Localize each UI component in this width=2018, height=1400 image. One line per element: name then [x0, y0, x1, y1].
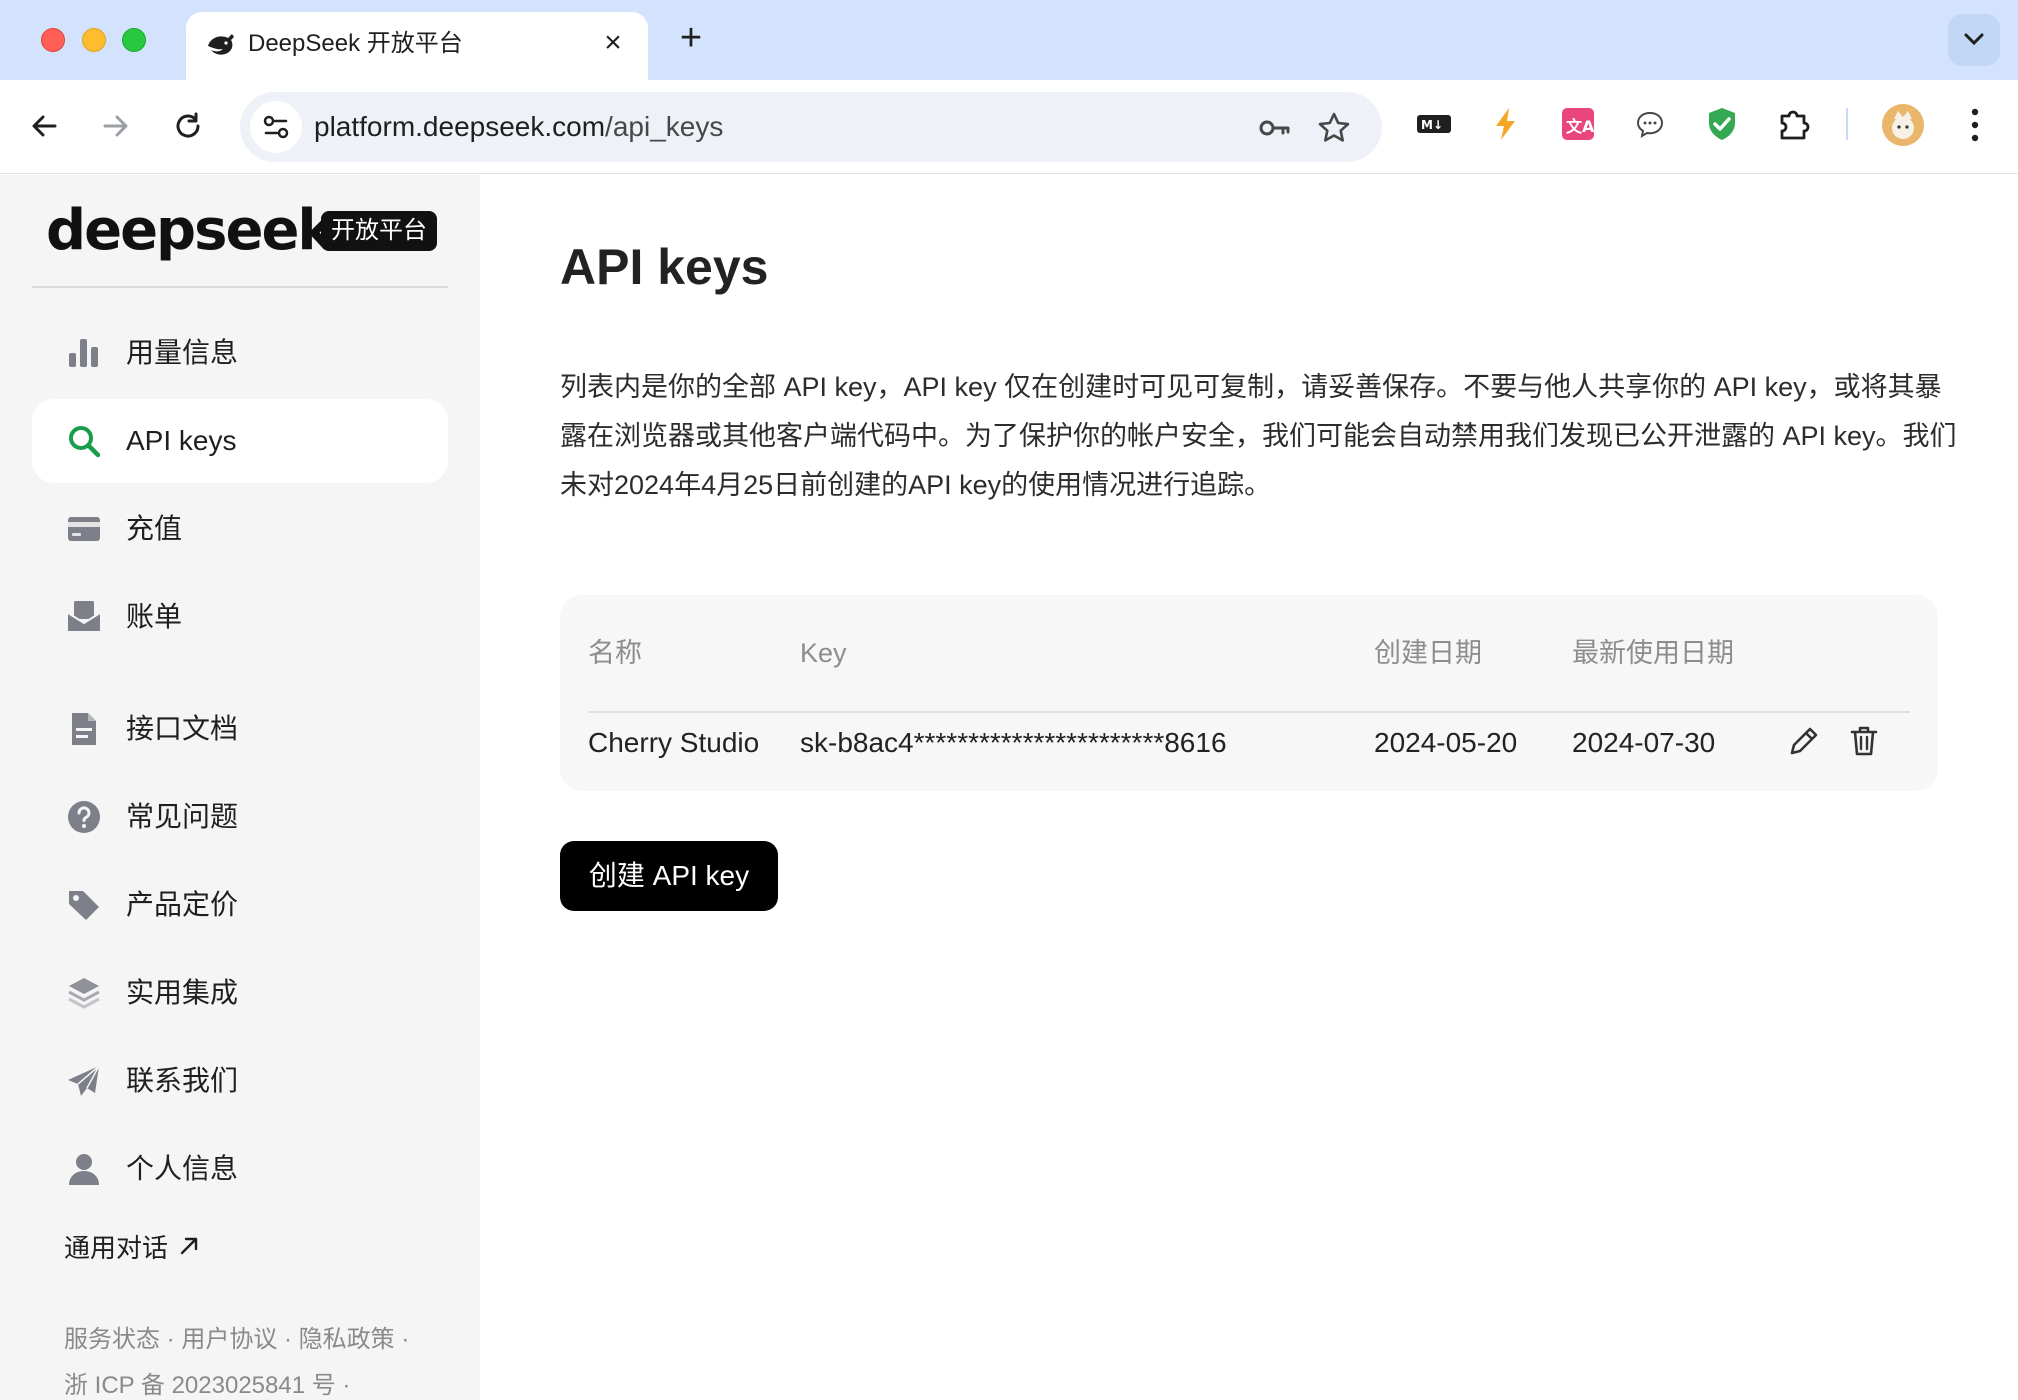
sidebar-item-label: 接口文档 [126, 713, 239, 744]
api-keys-table: 名称 Key 创建日期 最新使用日期 Cherry Studio sk-b8ac… [560, 595, 1938, 791]
sidebar-divider [32, 286, 448, 288]
deepseek-whale-icon [208, 34, 234, 55]
search-key-icon [69, 426, 101, 458]
sidebar-item-usage[interactable]: 用量信息 [32, 311, 448, 395]
footer-links[interactable]: 服务状态 · 用户协议 · 隐私政策 · [64, 1322, 409, 1358]
svg-text:文A: 文A [1566, 117, 1595, 136]
reload-button[interactable] [164, 102, 212, 150]
main-content: API keys 列表内是你的全部 API key，API key 仅在创建时可… [480, 175, 2018, 1400]
footer-icp: 浙 ICP 备 2023025841 号 · [64, 1372, 351, 1399]
sidebar-item-label: 常见问题 [126, 801, 239, 832]
send-icon [68, 1065, 100, 1096]
tag-icon [69, 891, 99, 920]
back-button[interactable] [20, 102, 68, 150]
toolbar-separator [1846, 108, 1848, 140]
mail-bill-icon [67, 601, 101, 631]
puzzle-icon[interactable] [1774, 104, 1814, 144]
cell-last-used-date: 2024-07-30 [1572, 727, 1716, 758]
window-maximize-button[interactable] [122, 28, 146, 52]
column-header-key: Key [800, 638, 847, 668]
sidebar: deepseek 开放平台 用量信息 API keys 充值 账单 接口文档 常… [0, 175, 480, 1400]
column-header-last-used: 最新使用日期 [1572, 638, 1734, 668]
sidebar-item-docs[interactable]: 接口文档 [32, 687, 448, 771]
chat-bubble-icon[interactable] [1630, 104, 1670, 144]
sidebar-item-label: 实用集成 [126, 977, 239, 1008]
translate-icon[interactable]: 文A [1558, 104, 1598, 144]
cell-key-value: sk-b8ac4***********************8616 [800, 727, 1227, 758]
url-host: platform.deepseek.com [314, 111, 606, 142]
lightning-icon[interactable] [1486, 104, 1526, 144]
sidebar-item-label: 产品定价 [126, 889, 239, 920]
sidebar-item-label: 账单 [126, 601, 183, 632]
user-icon [69, 1154, 99, 1185]
browser-menu-icon[interactable] [1960, 102, 1990, 148]
sidebar-item-api-keys[interactable]: API keys [32, 399, 448, 483]
password-key-icon[interactable] [1256, 110, 1292, 146]
address-bar[interactable]: platform.deepseek.com/api_keys [240, 92, 1382, 162]
bookmark-star-icon[interactable] [1316, 110, 1352, 146]
sidebar-item-profile[interactable]: 个人信息 [32, 1127, 448, 1211]
sidebar-item-pricing[interactable]: 产品定价 [32, 863, 448, 947]
card-icon [68, 517, 100, 541]
site-settings-icon[interactable] [250, 101, 302, 153]
tab-title: DeepSeek 开放平台 [248, 30, 463, 57]
sidebar-item-label: 用量信息 [126, 337, 239, 368]
column-header-created: 创建日期 [1374, 638, 1482, 668]
table-divider [588, 711, 1910, 713]
column-header-name: 名称 [588, 638, 642, 668]
sidebar-item-integrations[interactable]: 实用集成 [32, 951, 448, 1035]
bar-chart-icon [69, 339, 98, 367]
sidebar-item-faq[interactable]: 常见问题 [32, 775, 448, 859]
delete-trash-icon[interactable] [1846, 723, 1882, 759]
forward-button[interactable] [92, 102, 140, 150]
sidebar-item-label: 个人信息 [126, 1153, 239, 1184]
url-path: /api_keys [605, 111, 724, 142]
tab-search-chevron-icon[interactable] [1948, 14, 2000, 66]
sidebar-item-contact[interactable]: 联系我们 [32, 1039, 448, 1123]
profile-avatar[interactable] [1882, 104, 1924, 146]
general-chat-label: 通用对话 [64, 1233, 169, 1263]
question-icon [68, 801, 100, 833]
tab-close-icon[interactable]: × [596, 26, 630, 60]
general-chat-link[interactable]: 通用对话 [64, 1228, 200, 1268]
cell-created-date: 2024-05-20 [1374, 727, 1518, 758]
new-tab-button[interactable]: + [670, 18, 712, 60]
document-icon [72, 713, 96, 745]
url-text[interactable]: platform.deepseek.com/api_keys [314, 109, 723, 145]
cell-key-name: Cherry Studio [588, 727, 760, 758]
markdown-icon[interactable]: M↓ [1414, 104, 1454, 144]
edit-pencil-icon[interactable] [1786, 723, 1822, 759]
svg-text:M↓: M↓ [1421, 118, 1443, 132]
sidebar-item-label: 充值 [126, 513, 183, 544]
logo-text: deepseek [46, 198, 335, 263]
browser-titlebar: DeepSeek 开放平台 × + [0, 0, 2018, 80]
create-api-key-button[interactable]: 创建 API key [560, 841, 778, 911]
browser-tab-active[interactable]: DeepSeek 开放平台 × [186, 12, 648, 80]
sidebar-item-bills[interactable]: 账单 [32, 575, 448, 659]
sidebar-item-recharge[interactable]: 充值 [32, 487, 448, 571]
logo-badge: 开放平台 [321, 211, 437, 251]
external-arrow-icon [180, 1237, 198, 1255]
window-close-button[interactable] [41, 28, 65, 52]
sidebar-item-label: 联系我们 [126, 1065, 239, 1096]
layers-icon [68, 978, 100, 1009]
sidebar-item-label: API keys [126, 425, 237, 456]
page-description: 列表内是你的全部 API key，API key 仅在创建时可见可复制，请妥善保… [560, 372, 1957, 500]
window-minimize-button[interactable] [82, 28, 106, 52]
shield-check-icon[interactable] [1702, 104, 1742, 144]
page-title: API keys [560, 239, 769, 295]
